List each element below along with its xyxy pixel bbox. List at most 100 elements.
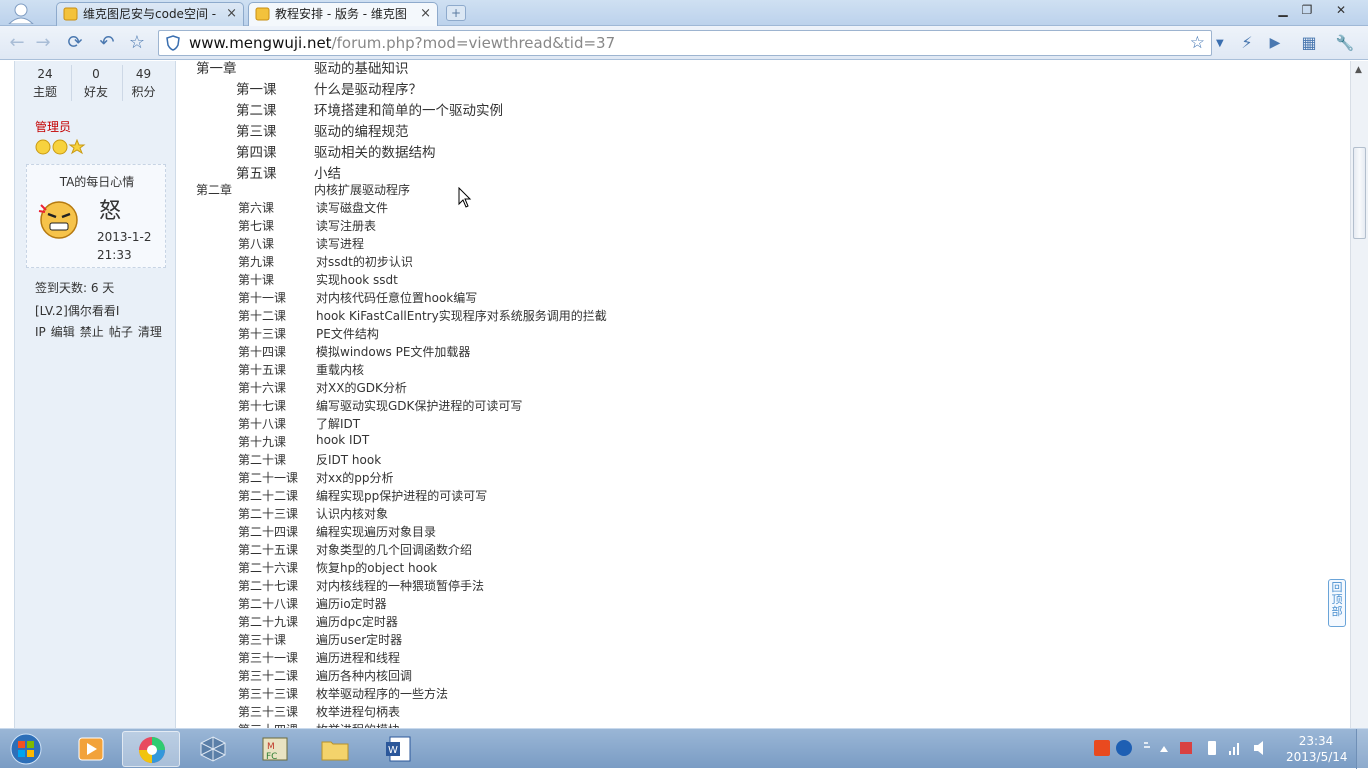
lesson-label: 第四课 (236, 145, 277, 161)
lesson-label: 第十五课 (238, 363, 287, 377)
lesson-title: 恢复hp的object hook (316, 561, 438, 575)
clock-time: 23:34 (1298, 734, 1334, 748)
taskbar-clock[interactable]: 23:34 2013/5/14 (1286, 733, 1348, 765)
shield-icon (166, 35, 180, 51)
chapter-title: 内核扩展驱动程序 (314, 183, 411, 197)
stat-value: 49 (135, 67, 152, 81)
lesson-label: 第十二课 (238, 309, 287, 323)
back-to-top-button[interactable]: 回顶部 (1328, 579, 1346, 627)
lesson-label: 第十三课 (238, 327, 287, 341)
mood-datetime: 2013-1-2 21:33 (97, 228, 163, 264)
undo-icon[interactable]: ↶ (96, 32, 118, 54)
tools-wrench-icon[interactable]: 🔧 (1334, 32, 1356, 54)
url-path: /forum.php?mod=viewthread&tid=37 (331, 34, 616, 52)
sogou-ime-icon (1094, 740, 1110, 756)
show-desktop-button[interactable] (1356, 729, 1368, 769)
web-page: 24 主题 0 好友 49 积分 管理员 TA的每日心情 怒 2013-1-2 … (0, 61, 1368, 728)
lesson-title: 什么是驱动程序？ (314, 82, 422, 98)
lesson-title: 对内核线程的一种猥琐暂停手法 (316, 579, 485, 593)
tab-1-title: 维克图尼安与code空间 - (83, 7, 217, 21)
lesson-label: 第六课 (238, 201, 275, 215)
user-level[interactable]: [LV.2]偶尔看看I (35, 302, 119, 319)
scroll-up-icon[interactable]: ▲ (1355, 65, 1362, 75)
admin-actions: IP 编辑 禁止 帖子 清理 (35, 323, 167, 340)
lesson-label: 第三十二课 (238, 669, 299, 683)
lesson-label: 第十七课 (238, 399, 287, 413)
minimize-icon[interactable]: ▁ (1272, 2, 1294, 20)
stat-label: 主题 (32, 85, 57, 99)
tab-1-close-icon[interactable]: × (226, 3, 237, 25)
apps-grid-icon[interactable]: ▦ (1298, 32, 1320, 54)
lesson-label: 第十八课 (238, 417, 287, 431)
action-ban-link[interactable]: 禁止 (80, 325, 104, 339)
lesson-label: 第二十八课 (238, 597, 299, 611)
tray-tool-icon (1144, 742, 1150, 748)
forward-icon[interactable]: → (32, 32, 54, 54)
tab-1[interactable]: 维克图尼安与code空间 - × (56, 2, 244, 26)
svg-text:M: M (267, 742, 275, 752)
rank-smiley-icon (35, 139, 86, 155)
favorite-icon[interactable]: ☆ (126, 32, 148, 54)
taskbar-browser[interactable] (122, 731, 180, 767)
lesson-title: 了解IDT (316, 417, 361, 431)
lesson-title: 对xx的pp分析 (316, 471, 394, 485)
taskbar-file-explorer[interactable] (306, 731, 364, 767)
dropdown-icon[interactable]: ▼ (1216, 38, 1224, 49)
lesson-title: 对象类型的几个回调函数介绍 (316, 543, 473, 557)
svg-text:FC: FC (266, 752, 277, 762)
window-close-icon[interactable]: ✕ (1330, 2, 1352, 20)
play-icon[interactable]: ▶ (1264, 32, 1286, 54)
lesson-label: 第二十课 (238, 453, 287, 467)
user-role[interactable]: 管理员 (35, 118, 71, 135)
lesson-title: 读写进程 (316, 237, 365, 251)
signal-icon (1229, 743, 1239, 755)
lesson-title: 对XX的GDK分析 (316, 381, 407, 395)
lesson-title: 枚举驱动程序的一些方法 (316, 687, 449, 701)
lesson-label: 第十一课 (238, 291, 287, 305)
taskbar-media-player[interactable] (62, 731, 120, 767)
lesson-label: 第二课 (236, 103, 277, 119)
lesson-label: 第十课 (238, 273, 275, 287)
action-clean-link[interactable]: 清理 (138, 325, 162, 339)
refresh-icon[interactable]: ⟳ (64, 32, 86, 54)
word-document-icon: W (386, 736, 411, 762)
action-edit-link[interactable]: 编辑 (51, 325, 75, 339)
taskbar-virtual-machine[interactable] (184, 731, 242, 767)
url-domain: www.mengwuji.net (189, 34, 332, 52)
scrollbar-thumb[interactable] (1353, 147, 1366, 239)
lightning-icon[interactable]: ⚡ (1236, 32, 1258, 54)
lesson-title: 编程实现pp保护进程的可读可写 (316, 489, 488, 503)
lesson-label: 第十四课 (238, 345, 287, 359)
tab-2-close-icon[interactable]: × (420, 3, 431, 25)
action-ip-link[interactable]: IP (35, 325, 46, 339)
restore-icon[interactable]: ❐ (1296, 2, 1318, 20)
stat-friends[interactable]: 0 好友 (70, 65, 123, 101)
address-bar[interactable]: www.mengwuji.net/forum.php?mod=viewthrea… (158, 30, 1212, 56)
author-sidebar: 24 主题 0 好友 49 积分 管理员 TA的每日心情 怒 2013-1-2 … (14, 61, 176, 728)
action-posts-link[interactable]: 帖子 (109, 325, 133, 339)
lesson-label: 第三十一课 (238, 651, 299, 665)
stat-points[interactable]: 49 积分 (117, 65, 170, 101)
mood-date: 2013-1-2 (97, 230, 152, 244)
new-tab-button[interactable]: + (446, 5, 466, 21)
stat-threads[interactable]: 24 主题 (19, 65, 72, 101)
lesson-title: hook IDT (316, 433, 370, 447)
taskbar-word[interactable]: W (370, 731, 428, 767)
lesson-title: 遍历进程和线程 (316, 651, 401, 665)
folder-icon (321, 741, 349, 761)
lesson-title: hook KiFastCallEntry实现程序对系统服务调用的拦截 (316, 309, 607, 323)
lesson-label: 第五课 (236, 166, 277, 182)
user-avatar-icon[interactable] (6, 2, 36, 24)
lesson-label: 第二十六课 (238, 561, 299, 575)
lesson-title: 遍历dpc定时器 (316, 615, 398, 629)
windows-start-icon[interactable] (6, 732, 46, 766)
vertical-scrollbar[interactable]: ▲ (1350, 61, 1368, 728)
tab-2[interactable]: 教程安排 - 版务 - 维克图 × (248, 2, 438, 26)
media-player-icon (78, 737, 104, 761)
back-icon[interactable]: ← (6, 32, 28, 54)
bookmark-star-icon[interactable]: ☆ (1190, 33, 1205, 53)
taskbar-mfc-app[interactable]: M FC (246, 731, 304, 767)
mood-character: 怒 (99, 199, 122, 224)
daily-mood-box: TA的每日心情 怒 2013-1-2 21:33 (26, 164, 166, 268)
lesson-title: 反IDT hook (316, 453, 382, 467)
